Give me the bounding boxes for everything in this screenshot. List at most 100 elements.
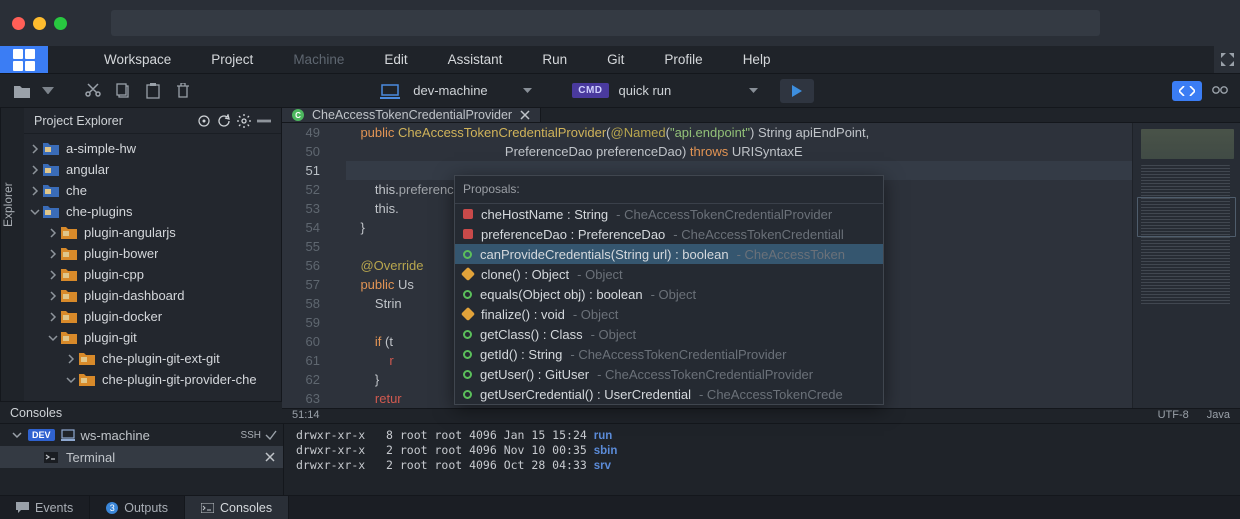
delete-icon[interactable]: [172, 80, 194, 102]
menu-machine[interactable]: Machine: [273, 52, 364, 67]
menu-run[interactable]: Run: [522, 52, 587, 67]
tree-item[interactable]: che: [24, 180, 281, 201]
close-tab-icon[interactable]: [520, 110, 530, 120]
terminal-label: Terminal: [66, 450, 115, 465]
tree-caret-icon[interactable]: [48, 228, 60, 238]
url-bar[interactable]: [111, 10, 1100, 36]
proposal-source: - CheAccessTokenCredentialProvider: [570, 345, 786, 364]
machine-icon: [377, 80, 403, 102]
side-rail-explorer[interactable]: Explorer: [0, 108, 24, 401]
proposal-item[interactable]: canProvideCredentials(String url) : bool…: [455, 244, 883, 264]
tree-caret-icon[interactable]: [48, 270, 60, 280]
tree-caret-icon[interactable]: [48, 291, 60, 301]
tree-item[interactable]: angular: [24, 159, 281, 180]
proposal-item[interactable]: preferenceDao : PreferenceDao - CheAcces…: [455, 224, 883, 244]
tree-label: angular: [66, 162, 109, 177]
tree-caret-icon[interactable]: [48, 312, 60, 322]
machine-label[interactable]: dev-machine: [413, 83, 513, 98]
consoles-tree[interactable]: DEV ws-machine SSH Terminal: [0, 424, 284, 495]
proposal-kind-icon: [463, 290, 472, 299]
tree-item[interactable]: plugin-docker: [24, 306, 281, 327]
folder-icon: [60, 309, 78, 325]
proposal-item[interactable]: finalize() : void - Object: [455, 304, 883, 324]
minimap[interactable]: [1132, 123, 1240, 408]
code-view-toggle[interactable]: [1172, 81, 1202, 101]
tree-item[interactable]: plugin-cpp: [24, 264, 281, 285]
minimize-panel-icon[interactable]: [257, 114, 271, 128]
console-machine-item[interactable]: DEV ws-machine SSH: [0, 424, 283, 446]
app-logo[interactable]: [0, 46, 48, 73]
proposal-source: - Object: [577, 265, 623, 284]
tab-consoles[interactable]: Consoles: [185, 496, 289, 519]
menu-git[interactable]: Git: [587, 52, 644, 67]
new-dropdown-icon[interactable]: [42, 87, 54, 95]
tree-item[interactable]: che-plugins: [24, 201, 281, 222]
folder-icon: [60, 267, 78, 283]
proposal-kind-icon: [463, 209, 473, 219]
tree-caret-icon[interactable]: [30, 186, 42, 196]
tree-item[interactable]: che-plugin-git-provider-che: [24, 369, 281, 390]
copy-icon[interactable]: [112, 80, 134, 102]
minimize-window-button[interactable]: [33, 17, 46, 30]
code-editor[interactable]: 495051525354555657585960616263 public Ch…: [282, 123, 1240, 408]
close-window-button[interactable]: [12, 17, 25, 30]
run-button[interactable]: [780, 79, 814, 103]
proposal-source: - CheAccessTokenCrede: [699, 385, 843, 404]
ssh-badge[interactable]: SSH: [240, 430, 283, 441]
maximize-window-button[interactable]: [54, 17, 67, 30]
locate-icon[interactable]: [197, 114, 211, 128]
proposal-item[interactable]: clone() : Object - Object: [455, 264, 883, 284]
terminal-output[interactable]: drwxr-xr-x 8 root root 4096 Jan 15 15:24…: [284, 424, 1240, 495]
tree-caret-icon[interactable]: [48, 249, 60, 259]
tree-item[interactable]: plugin-dashboard: [24, 285, 281, 306]
command-dropdown-icon[interactable]: [749, 88, 758, 93]
editor-tab[interactable]: C CheAccessTokenCredentialProvider: [282, 108, 541, 122]
tree-item[interactable]: a-simple-hw: [24, 138, 281, 159]
tree-caret-icon[interactable]: [30, 207, 42, 217]
tree-caret-icon[interactable]: [48, 333, 60, 343]
autocomplete-popup[interactable]: Proposals: cheHostName : String - CheAcc…: [454, 175, 884, 405]
tree-item[interactable]: che-plugin-git-ext-git: [24, 348, 281, 369]
new-folder-icon[interactable]: [12, 80, 34, 102]
console-terminal-item[interactable]: Terminal: [0, 446, 283, 468]
link-icon[interactable]: [1212, 83, 1228, 98]
tree-caret-icon[interactable]: [30, 144, 42, 154]
tree-label: plugin-git: [84, 330, 137, 345]
autocomplete-title: Proposals:: [455, 176, 883, 204]
close-terminal-icon[interactable]: [265, 452, 275, 462]
tree-caret-icon[interactable]: [66, 375, 78, 385]
menu-project[interactable]: Project: [191, 52, 273, 67]
proposal-source: - Object: [651, 285, 697, 304]
refresh-icon[interactable]: [217, 114, 231, 128]
tree-item[interactable]: plugin-git: [24, 327, 281, 348]
proposal-item[interactable]: getClass() : Class - Object: [455, 324, 883, 344]
tab-outputs[interactable]: 3 Outputs: [90, 496, 185, 519]
menu-assistant[interactable]: Assistant: [428, 52, 523, 67]
proposal-item[interactable]: equals(Object obj) : boolean - Object: [455, 284, 883, 304]
tree-item[interactable]: plugin-bower: [24, 243, 281, 264]
menu-edit[interactable]: Edit: [364, 52, 427, 67]
editor-area: C CheAccessTokenCredentialProvider 49505…: [282, 108, 1240, 401]
tree-caret-icon[interactable]: [30, 165, 42, 175]
tab-events[interactable]: Events: [0, 496, 90, 519]
proposal-item[interactable]: getUserCredential() : UserCredential - C…: [455, 384, 883, 404]
project-tree[interactable]: a-simple-hw angular che che-pluginsplugin-a…: [24, 134, 281, 401]
fullscreen-icon[interactable]: [1214, 46, 1240, 73]
tree-item[interactable]: plugin-angularjs: [24, 222, 281, 243]
tree-label: che: [66, 183, 87, 198]
proposal-item[interactable]: cheHostName : String - CheAccessTokenCre…: [455, 204, 883, 224]
chevron-down-icon: [12, 430, 22, 440]
command-label[interactable]: quick run: [619, 83, 739, 98]
cut-icon[interactable]: [82, 80, 104, 102]
proposal-item[interactable]: getUser() : GitUser - CheAccessTokenCred…: [455, 364, 883, 384]
menu-help[interactable]: Help: [723, 52, 791, 67]
menu-workspace[interactable]: Workspace: [84, 52, 191, 67]
proposal-item[interactable]: getId() : String - CheAccessTokenCredent…: [455, 344, 883, 364]
folder-icon: [42, 141, 60, 157]
proposal-source: - CheAccessToken: [737, 245, 845, 264]
gear-icon[interactable]: [237, 114, 251, 128]
paste-icon[interactable]: [142, 80, 164, 102]
machine-dropdown-icon[interactable]: [523, 88, 532, 93]
menu-profile[interactable]: Profile: [644, 52, 722, 67]
tree-caret-icon[interactable]: [66, 354, 78, 364]
